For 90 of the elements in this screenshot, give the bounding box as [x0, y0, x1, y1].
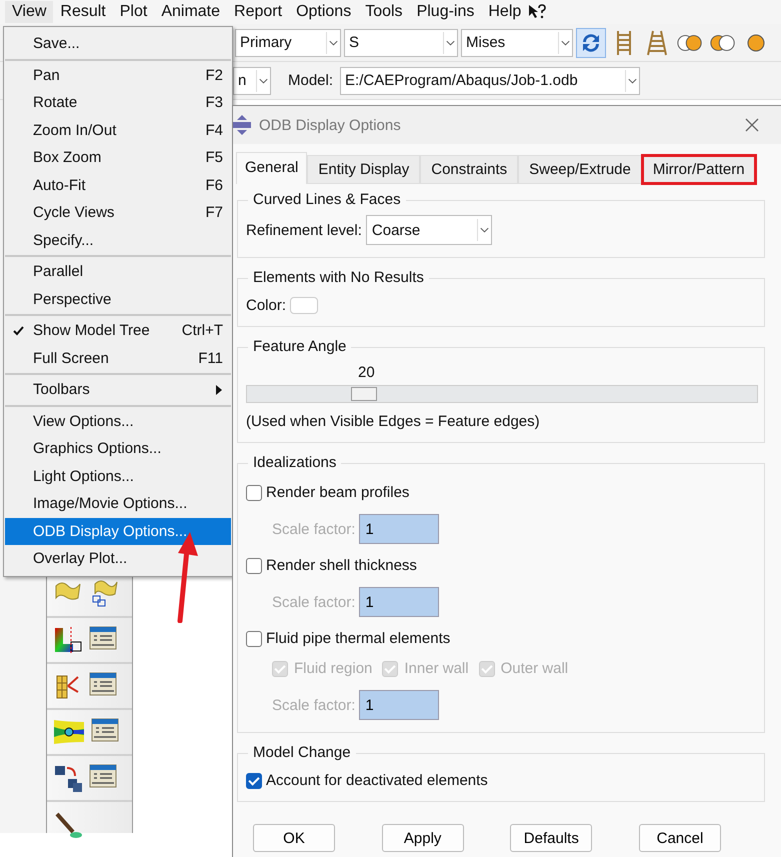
- tab[interactable]: Constraints: [420, 155, 518, 184]
- close-icon[interactable]: [745, 118, 759, 132]
- menu-bar-item[interactable]: Report: [227, 1, 290, 23]
- tab[interactable]: Mirror/Pattern: [642, 155, 756, 184]
- checkbox[interactable]: [246, 630, 262, 646]
- dialog-button[interactable]: Apply: [382, 824, 464, 852]
- menu-item[interactable]: ODB Display Options...: [5, 518, 231, 545]
- scale-field[interactable]: 1: [359, 587, 440, 617]
- menu-bar-item[interactable]: Animate: [154, 1, 228, 23]
- caret-icon: [558, 32, 572, 54]
- checkbox-label: Fluid pipe thermal elements: [266, 630, 450, 647]
- table-icon: [89, 672, 117, 696]
- menu-item[interactable]: Overlay Plot...: [5, 545, 231, 572]
- checkbox-label: Account for deactivated elements: [266, 772, 488, 789]
- dropdown[interactable]: n: [233, 66, 271, 94]
- flow-contour-icon[interactable]: [53, 718, 85, 746]
- menu-bar-item[interactable]: Plot: [112, 1, 154, 23]
- window-title: ODB Display Options: [259, 116, 401, 134]
- slider-thumb[interactable]: [351, 387, 378, 401]
- menu-bar-item[interactable]: Result: [53, 1, 113, 23]
- tab[interactable]: Sweep/Extrude: [518, 155, 642, 184]
- menu-item[interactable]: Parallel: [5, 258, 231, 286]
- table-icon: [91, 718, 119, 742]
- field-label: Scale factor:: [272, 696, 356, 714]
- section-title: Feature Angle: [248, 338, 352, 355]
- checkbox-label: Inner wall: [404, 660, 469, 677]
- table-icon: [89, 764, 117, 788]
- menu-item[interactable]: Graphics Options...: [5, 435, 231, 462]
- caret-icon: [443, 32, 457, 54]
- menu-bar-item[interactable]: Tools: [358, 1, 410, 23]
- table-icon: [89, 626, 117, 650]
- caret-icon: [625, 70, 640, 92]
- scale-field[interactable]: 1: [359, 514, 440, 544]
- field-label: Color:: [246, 297, 286, 314]
- model-label: Model:: [288, 72, 334, 89]
- menu-item[interactable]: Image/Movie Options...: [5, 490, 231, 518]
- help-pointer-icon[interactable]: [528, 4, 546, 20]
- menu-item[interactable]: Specify...: [5, 226, 231, 254]
- checkbox-label: Render beam profiles: [266, 484, 410, 501]
- caret-icon: [476, 219, 491, 241]
- dialog-button[interactable]: Cancel: [638, 824, 721, 852]
- menu-bar-item[interactable]: Options: [289, 1, 358, 23]
- slider-value: 20: [358, 364, 375, 381]
- menu-bar-item[interactable]: View: [5, 1, 54, 23]
- menu-item[interactable]: Box Zoom F5: [5, 144, 231, 172]
- caret-icon: [256, 70, 270, 92]
- refresh-icon[interactable]: [576, 28, 606, 58]
- menu-item[interactable]: View Options...: [5, 408, 231, 435]
- checkbox-label: Fluid region: [294, 660, 372, 677]
- slider-track[interactable]: [246, 385, 758, 403]
- menu-item[interactable]: Save...: [5, 30, 231, 58]
- field-label: Refinement level:: [246, 222, 362, 238]
- menu-item[interactable]: Cycle Views F7: [5, 199, 231, 226]
- dialog-button[interactable]: OK: [253, 824, 335, 852]
- model-dropdown[interactable]: E:/CAEProgram/Abaqus/Job-1.odb: [340, 66, 640, 94]
- menu-item[interactable]: Zoom In/Out F4: [5, 116, 231, 144]
- submenu-arrow-icon: [215, 384, 223, 395]
- menu-item[interactable]: Pan F2: [5, 62, 231, 89]
- swap-squares-icon[interactable]: [53, 764, 83, 792]
- note-text: (Used when Visible Edges = Feature edges): [246, 413, 541, 430]
- probe-icon[interactable]: [53, 810, 85, 840]
- dropdown[interactable]: Primary: [235, 28, 341, 56]
- menu-item[interactable]: Auto-Fit F6: [5, 172, 231, 199]
- section-title: Model Change: [248, 744, 356, 761]
- color-swatch[interactable]: [290, 297, 318, 314]
- checkbox[interactable]: [246, 558, 262, 574]
- dropdown[interactable]: S: [344, 28, 458, 56]
- scale-field[interactable]: 1: [359, 690, 440, 720]
- dialog-button[interactable]: Defaults: [510, 824, 592, 852]
- menu-item[interactable]: Show Model Tree Ctrl+T: [5, 317, 231, 344]
- menu-bar-item[interactable]: Help: [481, 1, 528, 23]
- menu-bar-item[interactable]: Plug-ins: [410, 1, 482, 23]
- checkbox[interactable]: [246, 772, 262, 788]
- field-label: Scale factor:: [272, 520, 356, 538]
- field-label: Scale factor:: [272, 594, 356, 610]
- contour-section-icon[interactable]: [53, 626, 83, 654]
- caret-icon: [326, 32, 340, 54]
- checkbox-label: Outer wall: [500, 660, 568, 677]
- menu-item[interactable]: Full Screen F11: [5, 344, 231, 372]
- menu-item[interactable]: Perspective: [5, 286, 231, 313]
- menu-item[interactable]: Light Options...: [5, 462, 231, 490]
- checkbox-label: Render shell thickness: [266, 557, 417, 574]
- menu-item[interactable]: Rotate F3: [5, 89, 231, 116]
- checkbox[interactable]: [246, 484, 262, 500]
- refinement-dropdown[interactable]: Coarse: [366, 215, 492, 245]
- menu-item[interactable]: Toolbars: [5, 376, 231, 404]
- tab[interactable]: General: [236, 152, 308, 184]
- dropdown[interactable]: Mises: [461, 28, 573, 56]
- tab[interactable]: Entity Display: [307, 155, 420, 184]
- app-icon: [233, 115, 251, 135]
